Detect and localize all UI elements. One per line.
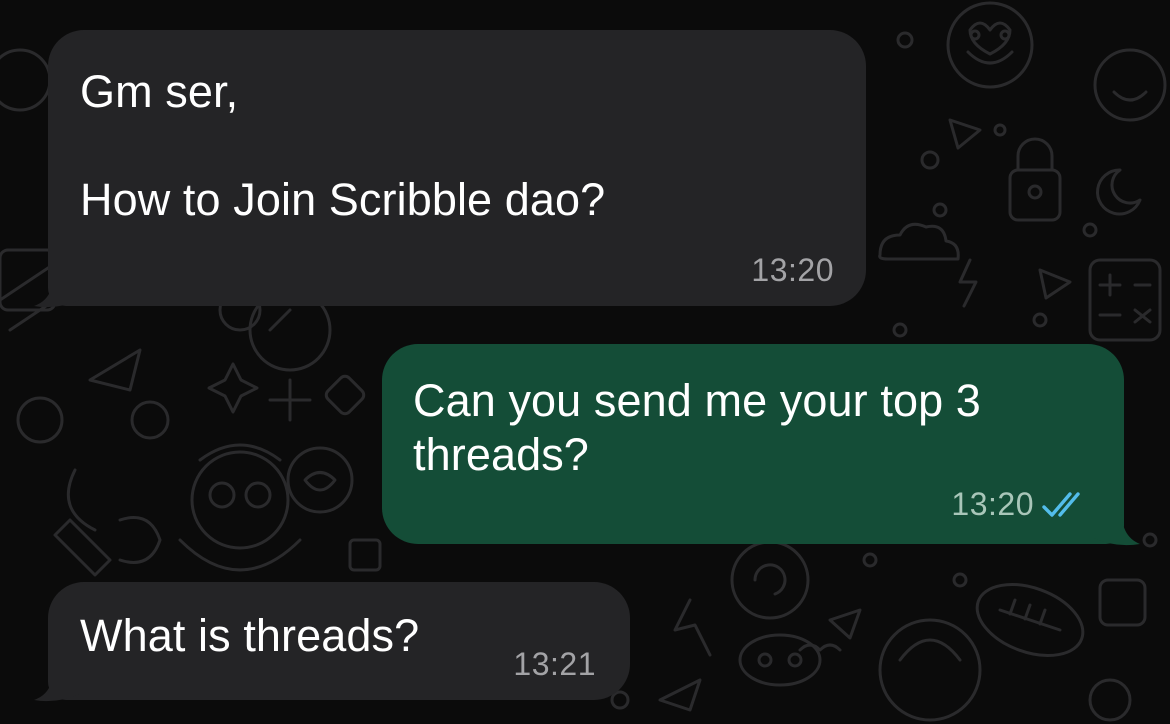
message-timestamp: 13:20 (751, 252, 834, 288)
double-check-icon (1042, 492, 1080, 517)
message-text: Gm ser, How to Join Scribble dao? (80, 66, 606, 225)
incoming-message-bubble[interactable]: What is threads? 13:21 (48, 582, 630, 700)
message-timestamp: 13:21 (513, 646, 596, 682)
message-text: What is threads? (80, 610, 420, 661)
message-timestamp: 13:20 (951, 486, 1034, 522)
message-text: Can you send me your top 3 threads? (413, 375, 981, 480)
outgoing-message-bubble[interactable]: Can you send me your top 3 threads? 13:2… (382, 344, 1124, 544)
incoming-message-bubble[interactable]: Gm ser, How to Join Scribble dao? 13:20 (48, 30, 866, 306)
